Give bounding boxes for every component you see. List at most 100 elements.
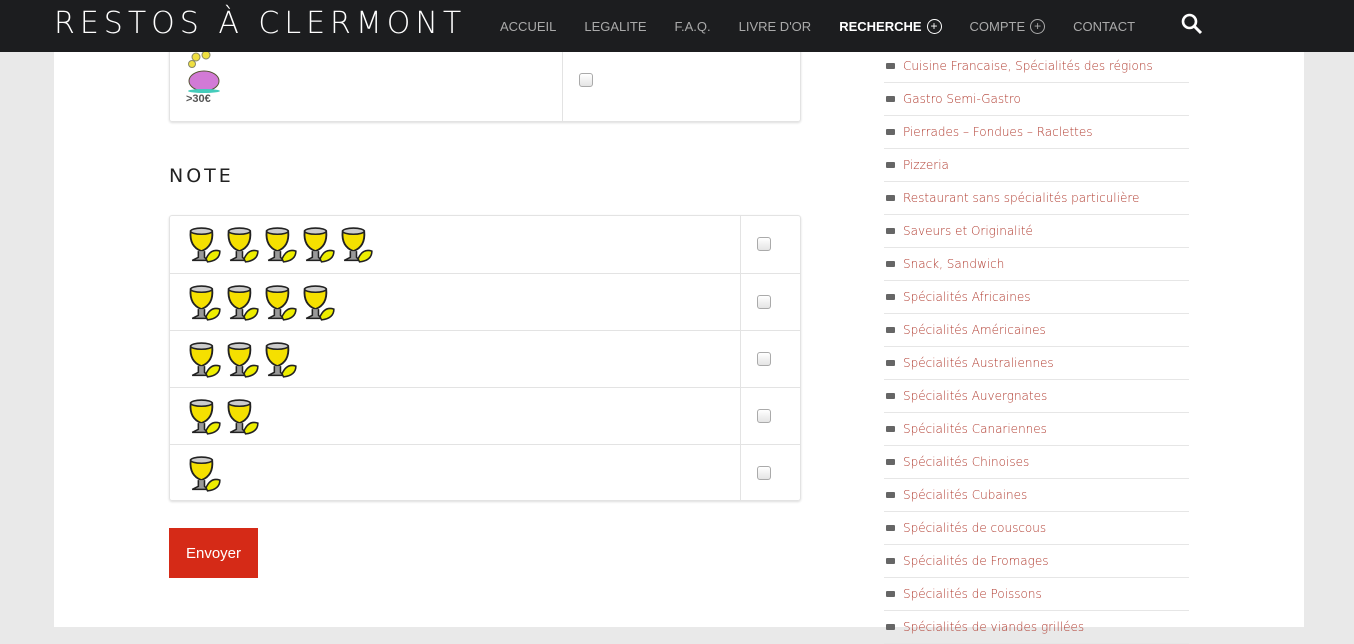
rating-checkbox[interactable]	[757, 295, 771, 309]
category-link[interactable]: Gastro Semi-Gastro	[884, 83, 1189, 116]
folder-icon	[886, 360, 895, 366]
category-label: Gastro Semi-Gastro	[903, 92, 1021, 106]
category-link[interactable]: Spécialités Auvergnates	[884, 380, 1189, 413]
category-link[interactable]: Spécialités Cubaines	[884, 479, 1189, 512]
menu-item-label: LIVRE D'OR	[738, 18, 812, 34]
price-label: >30€	[186, 93, 211, 105]
category-link[interactable]: Pizzeria	[884, 149, 1189, 182]
glass-icon	[303, 227, 335, 263]
category-label: Pierrades – Fondues – Raclettes	[903, 125, 1093, 139]
category-link[interactable]: Spécialités de Fromages	[884, 545, 1189, 578]
search-icon[interactable]	[1180, 12, 1204, 36]
main-menu: ACCUEIL LEGALITE F.A.Q. LIVRE D'OR RECHERCHE…	[500, 0, 1163, 52]
folder-icon	[886, 558, 895, 564]
category-label: Spécialités Africaines	[903, 290, 1031, 304]
category-label: Spécialités Cubaines	[903, 488, 1028, 502]
glass-icon	[303, 285, 335, 321]
category-label: Spécialités de Poissons	[903, 587, 1042, 601]
folder-icon	[886, 492, 895, 498]
category-label: Pizzeria	[903, 158, 949, 172]
category-label: Spécialités Américaines	[903, 323, 1046, 337]
menu-item-label: F.A.Q.	[674, 18, 711, 34]
category-link[interactable]: Spécialités Canariennes	[884, 413, 1189, 446]
menu-item-label: COMPTE	[969, 18, 1026, 34]
menu-item-label: LEGALITE	[584, 18, 647, 34]
category-link[interactable]: Spécialités de viandes grillées	[884, 611, 1189, 644]
rating-row-5	[170, 216, 800, 273]
folder-icon	[886, 129, 895, 135]
folder-icon	[886, 624, 895, 630]
plus-circle-icon[interactable]: +	[926, 18, 942, 34]
category-link[interactable]: Restaurant sans spécialités particulière	[884, 182, 1189, 215]
rating-glasses	[186, 397, 262, 437]
rating-glasses	[186, 454, 224, 494]
menu-item-legalite[interactable]: LEGALITE	[584, 19, 646, 34]
category-link[interactable]: Pierrades – Fondues – Raclettes	[884, 116, 1189, 149]
menu-item-label: RECHERCHE	[839, 18, 922, 34]
category-link[interactable]: Saveurs et Originalité	[884, 215, 1189, 248]
category-label: Snack, Sandwich	[903, 257, 1005, 271]
folder-icon	[886, 195, 895, 201]
category-link[interactable]: Spécialités de Poissons	[884, 578, 1189, 611]
folder-icon	[886, 63, 895, 69]
menu-item-f-a-q-[interactable]: F.A.Q.	[675, 19, 711, 34]
menu-item-label: CONTACT	[1073, 18, 1136, 34]
folder-icon	[886, 228, 895, 234]
glass-icon	[341, 227, 373, 263]
sidebar-categories: Cuisine Francaise, Spécialités des régio…	[884, 50, 1189, 644]
category-link[interactable]: Cuisine Francaise, Spécialités des régio…	[884, 50, 1189, 83]
category-label: Spécialités Auvergnates	[903, 389, 1048, 403]
note-heading: NOTE	[169, 165, 234, 187]
top-nav: RESTOS À CLERMONT ACCUEIL LEGALITE F.A.Q. L…	[0, 0, 1354, 52]
glass-icon	[265, 342, 297, 378]
note-table	[169, 215, 801, 501]
menu-item-contact[interactable]: CONTACT	[1073, 19, 1135, 34]
menu-item-label: ACCUEIL	[500, 18, 557, 34]
category-label: Saveurs et Originalité	[903, 224, 1033, 238]
rating-glasses	[186, 225, 376, 265]
rating-row-2	[170, 387, 800, 444]
plus-circle-icon[interactable]: +	[1030, 18, 1046, 34]
rating-checkbox[interactable]	[757, 352, 771, 366]
folder-icon	[886, 393, 895, 399]
submit-button[interactable]: Envoyer	[169, 528, 258, 578]
glass-icon	[227, 399, 259, 435]
category-label: Restaurant sans spécialités particulière	[903, 191, 1140, 205]
rating-checkbox[interactable]	[757, 409, 771, 423]
glass-icon	[265, 227, 297, 263]
category-link[interactable]: Spécialités Américaines	[884, 314, 1189, 347]
menu-item-accueil[interactable]: ACCUEIL	[500, 19, 556, 34]
menu-item-livre-d-or[interactable]: LIVRE D'OR	[739, 19, 812, 34]
rating-row-1	[170, 444, 800, 501]
glass-icon	[265, 285, 297, 321]
glass-icon	[227, 285, 259, 321]
category-label: Spécialités Chinoises	[903, 455, 1030, 469]
category-label: Spécialités Australiennes	[903, 356, 1054, 370]
site-logo[interactable]: RESTOS À CLERMONT	[54, 6, 466, 41]
rating-row-4	[170, 273, 800, 330]
category-link[interactable]: Spécialités Africaines	[884, 281, 1189, 314]
category-link[interactable]: Spécialités Australiennes	[884, 347, 1189, 380]
menu-item-compte[interactable]: COMPTE +	[969, 18, 1046, 34]
rating-checkbox[interactable]	[757, 466, 771, 480]
rating-glasses	[186, 340, 300, 380]
category-link[interactable]: Spécialités de couscous	[884, 512, 1189, 545]
glass-icon	[227, 227, 259, 263]
category-link[interactable]: Snack, Sandwich	[884, 248, 1189, 281]
category-label: Cuisine Francaise, Spécialités des régio…	[903, 59, 1153, 73]
folder-icon	[886, 459, 895, 465]
price-checkbox[interactable]	[579, 73, 593, 87]
folder-icon	[886, 261, 895, 267]
menu-item-recherche[interactable]: RECHERCHE +	[839, 18, 942, 34]
folder-icon	[886, 525, 895, 531]
folder-icon	[886, 327, 895, 333]
folder-icon	[886, 591, 895, 597]
category-link[interactable]: Spécialités Chinoises	[884, 446, 1189, 479]
category-label: Spécialités de viandes grillées	[903, 620, 1085, 634]
rating-checkbox[interactable]	[757, 237, 771, 251]
glass-icon	[189, 342, 221, 378]
glass-icon	[227, 342, 259, 378]
piggy-bank-icon	[188, 51, 220, 93]
category-label: Spécialités Canariennes	[903, 422, 1047, 436]
rating-row-3	[170, 330, 800, 387]
